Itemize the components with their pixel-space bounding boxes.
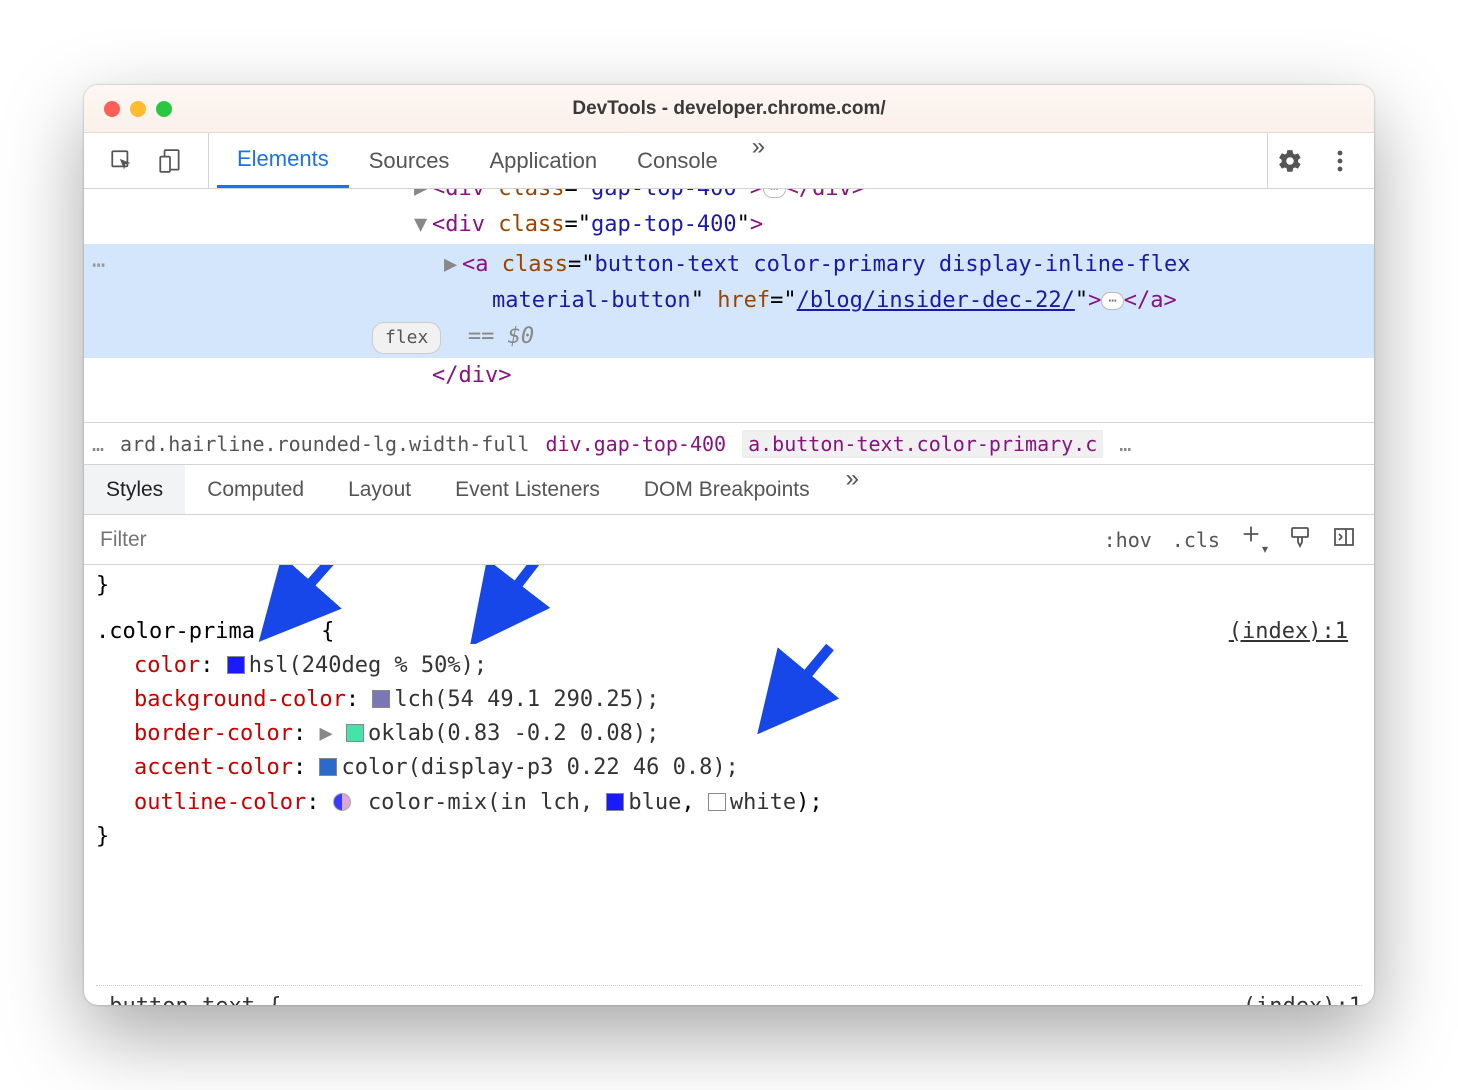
css-property-row[interactable]: border-color: ▶ oklab(0.83 -0.2 0.08); [96,717,1362,751]
cls-toggle[interactable]: .cls [1172,528,1220,552]
breadcrumb-item[interactable]: div.gap-top-400 [545,432,726,456]
dom-line[interactable]: ▶<div class="gap-top-400">⋯</div> [84,189,1374,207]
swatch-icon[interactable] [708,793,726,811]
toolbar-right [1267,133,1374,188]
css-property-row[interactable]: color: hsl(240deg % 50%); [96,649,1362,683]
swatch-icon[interactable] [606,793,624,811]
paintbrush-icon[interactable] [1288,525,1312,555]
swatch-icon[interactable] [333,793,351,811]
annotation-arrow [752,639,842,734]
tab-computed[interactable]: Computed [185,465,326,514]
window-title: DevTools - developer.chrome.com/ [84,98,1374,120]
tab-styles[interactable]: Styles [84,465,185,514]
kebab-menu-icon[interactable] [1326,147,1354,175]
filter-input[interactable] [84,528,1086,552]
tab-console[interactable]: Console [617,133,738,188]
dom-line[interactable]: </div> [84,358,1374,394]
traffic-lights [84,101,172,117]
styles-tabs: Styles Computed Layout Event Listeners D… [84,465,1374,515]
zoom-window-button[interactable] [156,101,172,117]
tab-layout[interactable]: Layout [326,465,433,514]
next-rule-preview: (index):1 .button-text { [96,985,1362,1005]
toolbar-left [84,133,209,188]
more-tabs-icon[interactable]: » [738,133,779,188]
devtools-window: DevTools - developer.chrome.com/ Element… [84,85,1374,1005]
tab-dom-breakpoints[interactable]: DOM Breakpoints [622,465,832,514]
tab-event-listeners[interactable]: Event Listeners [433,465,622,514]
dollar-zero: == $0 [468,324,534,349]
main-toolbar: Elements Sources Application Console » [84,133,1374,189]
breadcrumb-item[interactable]: ard.hairline.rounded-lg.width-full [120,432,529,456]
dom-link[interactable]: /blog/insider-dec-22/ [797,288,1075,313]
device-toolbar-icon[interactable] [156,147,184,175]
swatch-icon[interactable] [372,690,390,708]
swatch-icon[interactable] [346,724,364,742]
swatch-icon[interactable] [319,758,337,776]
computed-sidebar-icon[interactable] [1332,525,1356,555]
breadcrumb-overflow[interactable]: … [1119,432,1131,456]
close-window-button[interactable] [104,101,120,117]
css-property-row[interactable]: background-color: lch(54 49.1 290.25); [96,683,1362,717]
styles-pane[interactable]: } (index):1 .color-prima { color: hsl(24… [84,565,1374,1005]
settings-icon[interactable] [1276,147,1304,175]
annotation-arrow [464,565,554,644]
tab-sources[interactable]: Sources [349,133,470,188]
annotation-arrow [254,565,344,644]
breadcrumb-item[interactable]: a.button-text.color-primary.c [742,430,1103,458]
new-rule-icon[interactable]: ▾ [1240,523,1268,556]
minimize-window-button[interactable] [130,101,146,117]
dom-attr: gap-top-400 [591,189,737,201]
hov-toggle[interactable]: :hov [1104,528,1152,552]
tab-application[interactable]: Application [469,133,617,188]
dom-line[interactable]: ▼<div class="gap-top-400"> [84,207,1374,243]
dom-selected-node[interactable]: ⋯ ▶<a class="button-text color-primary d… [84,244,1374,359]
breadcrumb[interactable]: … ard.hairline.rounded-lg.width-full div… [84,423,1374,465]
rule-source-link[interactable]: (index):1 [1229,615,1348,649]
dom-tree[interactable]: ▶<div class="gap-top-400">⋯</div> ▼<div … [84,189,1374,423]
tab-elements[interactable]: Elements [217,133,349,188]
rule-close: } [96,820,1362,854]
more-subtabs-icon[interactable]: » [832,465,873,514]
filter-tools: :hov .cls ▾ [1086,523,1374,556]
dom-attr: gap-top-400 [591,212,737,237]
inspect-element-icon[interactable] [108,147,136,175]
main-tabs: Elements Sources Application Console » [209,133,1267,188]
css-property-row[interactable]: accent-color: color(display-p3 0.22 46 0… [96,751,1362,785]
filter-row: :hov .cls ▾ [84,515,1374,565]
swatch-icon[interactable] [227,656,245,674]
css-property-row[interactable]: outline-color: color-mix(in lch, blue, w… [96,786,1362,820]
breadcrumb-overflow[interactable]: … [92,432,104,456]
flex-badge[interactable]: flex [372,322,441,354]
titlebar: DevTools - developer.chrome.com/ [84,85,1374,133]
